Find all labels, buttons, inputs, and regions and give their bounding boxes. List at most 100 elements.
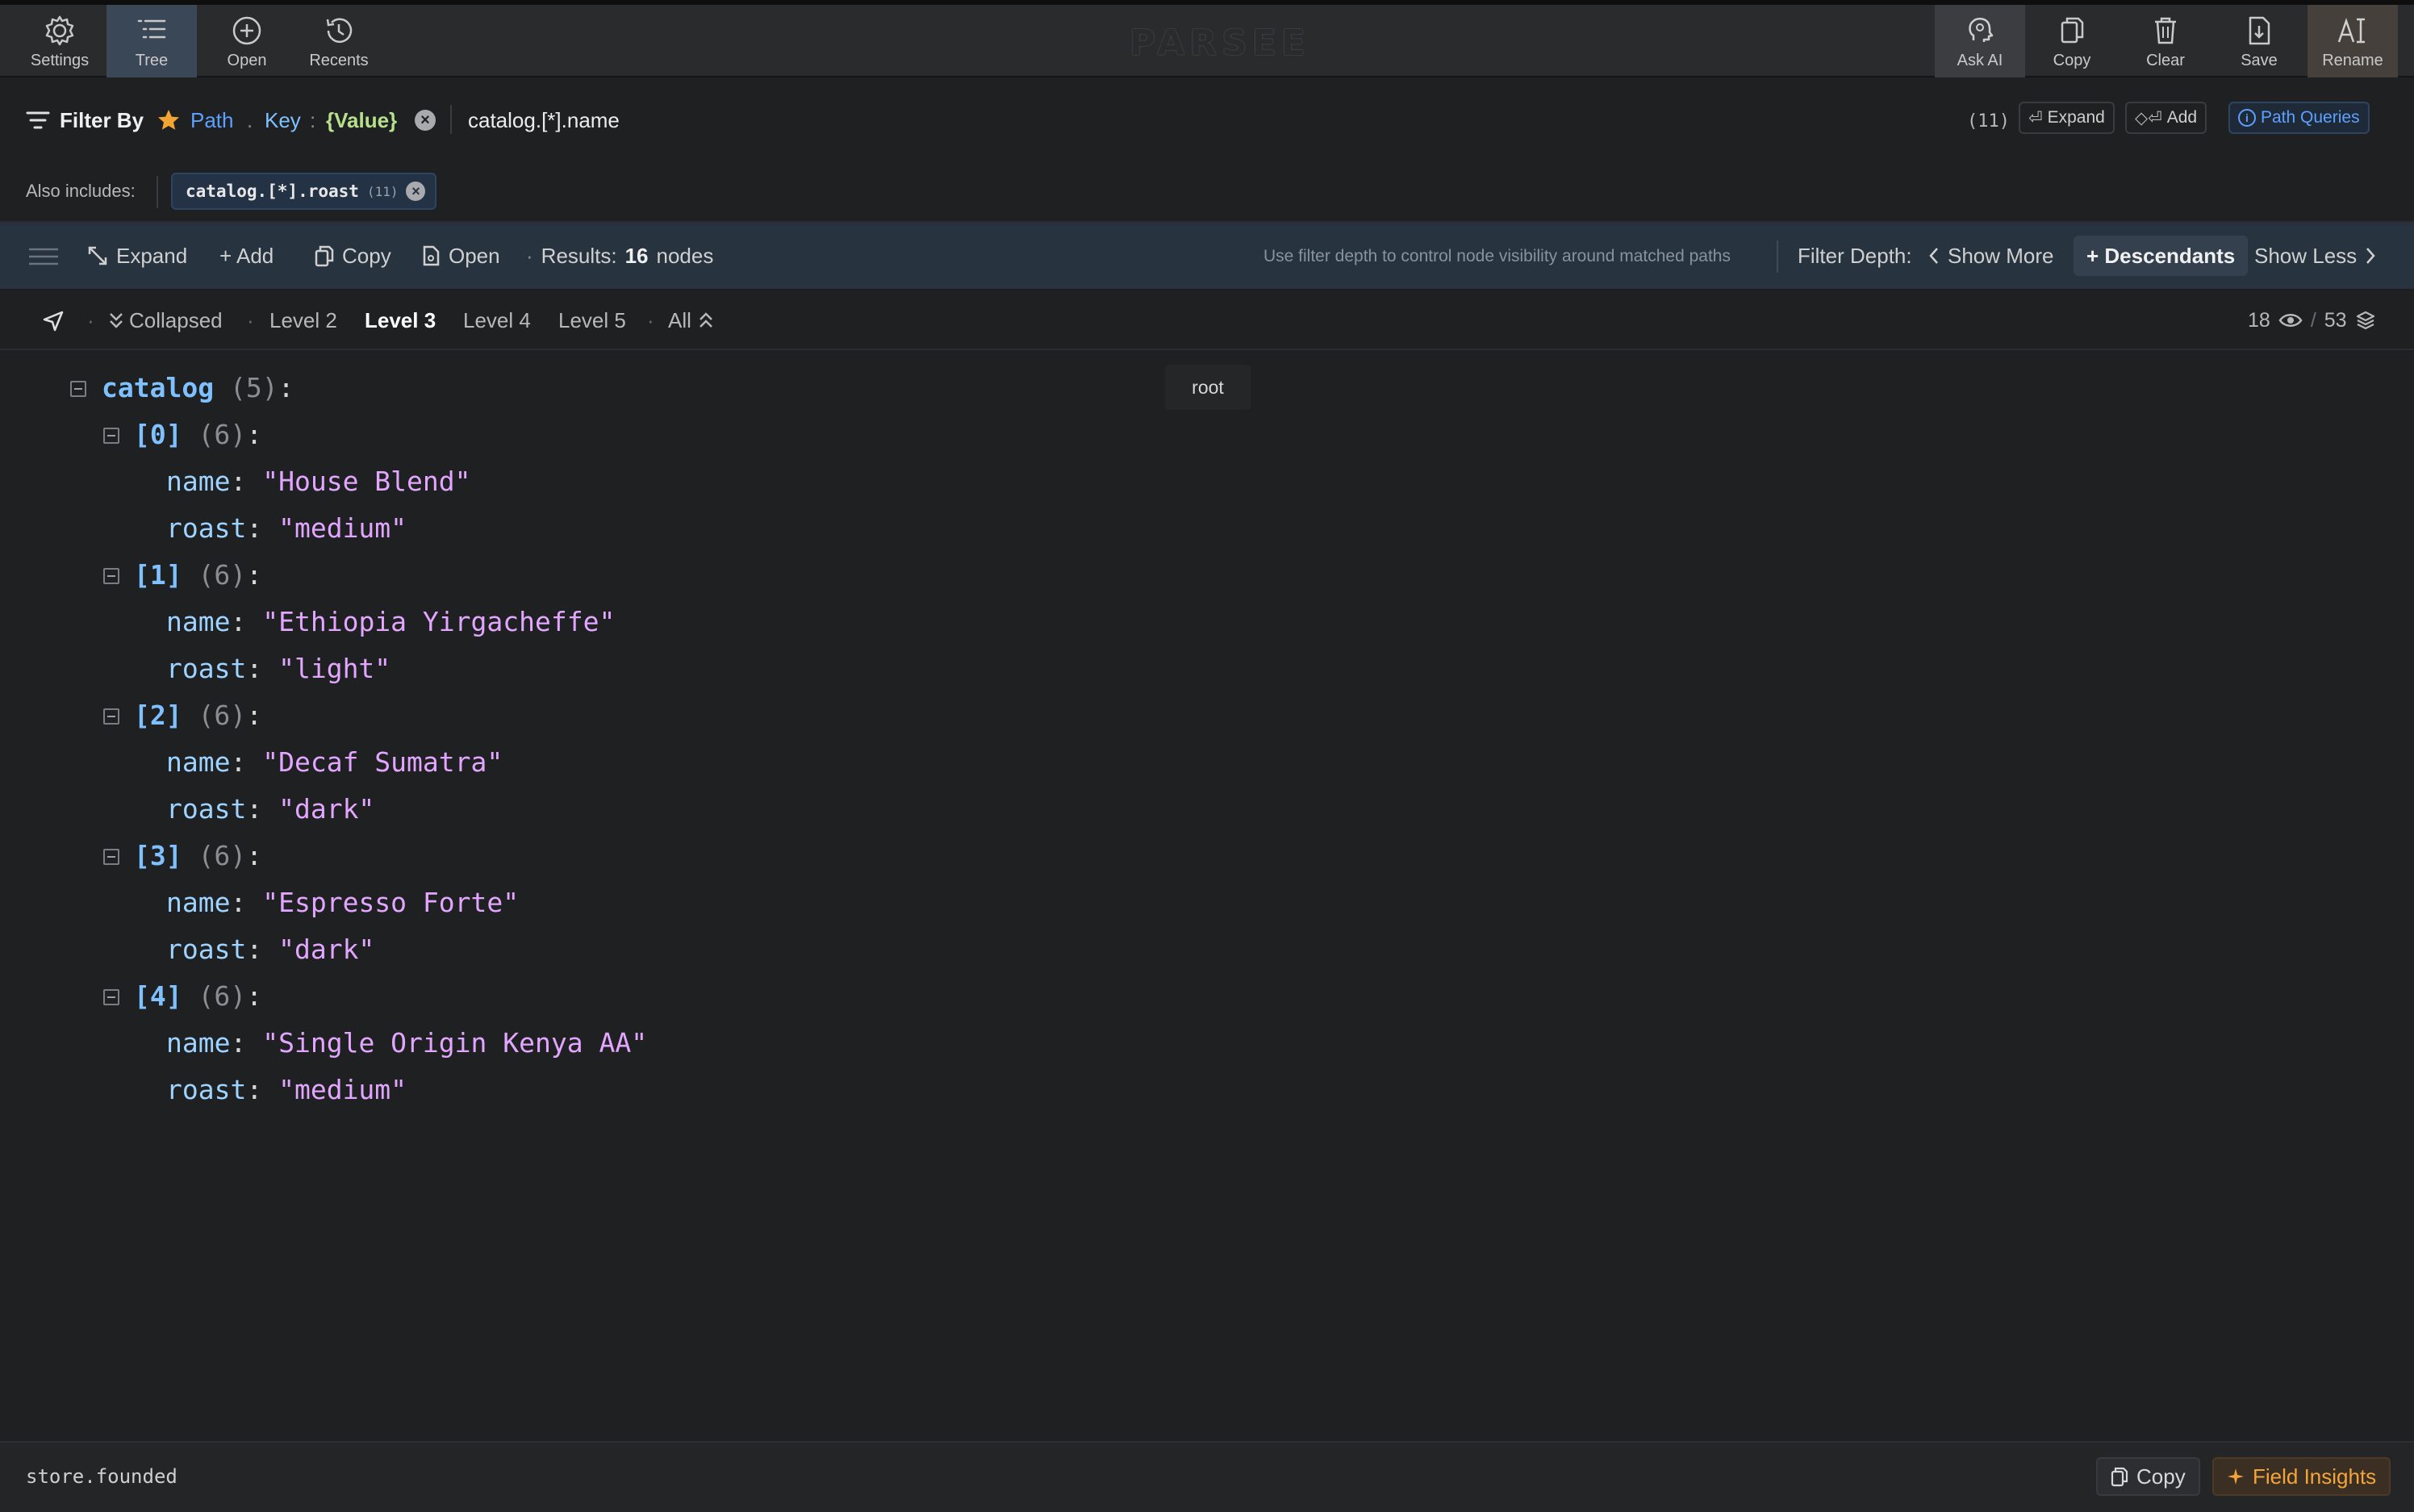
collapsed-button[interactable]: Collapsed (108, 307, 223, 334)
json-tree: catalog (5): [0] (6): name: "House Blend… (0, 352, 2414, 1441)
expand-results-button[interactable]: Expand (87, 242, 187, 269)
filter-depth-hint: Use filter depth to control node visibil… (1263, 247, 1731, 265)
tree-node-array-item[interactable]: [0] (6): (134, 415, 262, 455)
level-3-button[interactable]: Level 3 (365, 307, 436, 334)
app-logo: PARSEE (1130, 23, 1310, 64)
filter-divider (450, 105, 452, 134)
add-results-button[interactable]: + Add (219, 242, 274, 269)
clear-label: Clear (2146, 52, 2185, 69)
copy-results-label: Copy (342, 244, 391, 268)
tree-leaf-name[interactable]: name: "Single Origin Kenya AA" (166, 1023, 647, 1063)
remove-chip-icon[interactable]: × (406, 182, 426, 201)
leaf-key: roast (166, 512, 247, 544)
results-bullet: · (526, 244, 533, 268)
tree-leaf-roast[interactable]: roast: "medium" (166, 1070, 407, 1110)
collapse-toggle-icon[interactable] (103, 708, 119, 725)
collapse-toggle-icon[interactable] (103, 849, 119, 865)
collapse-toggle-icon[interactable] (103, 428, 119, 444)
chip-path: catalog.[*].roast (186, 182, 359, 201)
tree-button[interactable]: Tree (106, 5, 197, 77)
path-queries-button[interactable]: i Path Queries (2228, 102, 2370, 134)
descendants-button[interactable]: + Descendants (2074, 236, 2249, 276)
tree-leaf-name[interactable]: name: "House Blend" (166, 462, 471, 502)
show-more-button[interactable]: Show More (1928, 242, 2054, 269)
recents-button[interactable]: Recents (294, 5, 384, 77)
all-label: All (668, 308, 691, 332)
layers-icon (2356, 311, 2374, 330)
collapse-toggle-icon[interactable] (103, 568, 119, 584)
filter-depth: Filter Depth: (1798, 242, 1912, 269)
menu-lines-icon[interactable] (27, 247, 60, 266)
recents-label: Recents (309, 52, 369, 69)
open-results-button[interactable]: Open (421, 242, 500, 269)
tree-leaf-roast[interactable]: roast: "light" (166, 649, 390, 689)
add-filter-button[interactable]: ◇⏎ Add (2125, 102, 2207, 134)
tree-node-array-item[interactable]: [2] (6): (134, 695, 262, 736)
save-button[interactable]: Save (2214, 5, 2304, 77)
results-summary: · Results: 16 nodes (526, 242, 713, 269)
key-mode-label[interactable]: Key (265, 107, 301, 134)
value-mode-label[interactable]: {Value} (326, 107, 397, 134)
copy-button[interactable]: Copy (2027, 5, 2117, 77)
settings-button[interactable]: Settings (15, 5, 105, 77)
copy-icon (2061, 17, 2084, 44)
save-label: Save (2241, 52, 2278, 69)
node-key: catalog (102, 372, 215, 403)
status-footer: store.founded Copy Field Insights (0, 1441, 2414, 1512)
also-includes-label: Also includes: (26, 181, 136, 201)
tree-leaf-roast[interactable]: roast: "dark" (166, 929, 374, 970)
trash-icon (2155, 17, 2176, 44)
level-5-button[interactable]: Level 5 (558, 307, 626, 334)
tree-node-array-item[interactable]: [3] (6): (134, 836, 262, 876)
included-path-chip[interactable]: catalog.[*].roast (11) × (171, 173, 437, 210)
collapse-toggle-icon[interactable] (70, 381, 86, 397)
add-label: Add (2166, 108, 2198, 127)
results-label: Results: (541, 244, 617, 268)
show-less-button[interactable]: Show Less (2254, 242, 2376, 269)
tree-node-array-item[interactable]: [4] (6): (134, 976, 262, 1017)
path-mode-label[interactable]: Path (190, 107, 234, 134)
tree-leaf-roast[interactable]: roast: "medium" (166, 508, 407, 549)
tree-leaf-roast[interactable]: roast: "dark" (166, 789, 374, 829)
node-count: (6) (198, 700, 247, 731)
tree-node-root[interactable]: catalog (5): (102, 368, 294, 408)
filter-query-input[interactable]: catalog.[*].name (468, 107, 620, 134)
star-icon[interactable] (157, 108, 181, 132)
leaf-key: name (166, 466, 231, 497)
copy-results-button[interactable]: Copy (315, 242, 391, 269)
level-2-button[interactable]: Level 2 (269, 307, 337, 334)
copy-icon (2111, 1467, 2128, 1487)
ask-ai-button[interactable]: Ask AI (1935, 5, 2025, 77)
copy-path-button[interactable]: Copy (2096, 1457, 2200, 1496)
show-less-label: Show Less (2254, 244, 2358, 268)
collapse-toggle-icon[interactable] (103, 989, 119, 1005)
locate-arrow-icon[interactable] (42, 310, 65, 332)
level-4-button[interactable]: Level 4 (463, 307, 531, 334)
rename-button[interactable]: Rename (2308, 5, 2398, 77)
field-insights-button[interactable]: Field Insights (2212, 1457, 2391, 1496)
node-index: [0] (134, 419, 182, 450)
leaf-colon: : (246, 934, 263, 965)
tree-leaf-name[interactable]: name: "Ethiopia Yirgacheffe" (166, 602, 615, 642)
node-colon: : (246, 700, 262, 731)
node-colon: : (246, 559, 262, 591)
open-button[interactable]: Open (202, 5, 292, 77)
tree-leaf-name[interactable]: name: "Espresso Forte" (166, 883, 519, 923)
clear-filter-icon[interactable]: × (415, 110, 436, 131)
copy-label: Copy (2053, 52, 2091, 69)
expand-matches-button[interactable]: ⏎ Expand (2019, 102, 2115, 134)
expand-label: Expand (2047, 108, 2105, 127)
field-insights-label: Field Insights (2253, 1464, 2377, 1489)
clear-button[interactable]: Clear (2120, 5, 2211, 77)
chevron-left-icon (1929, 248, 1938, 264)
results-unit: nodes (656, 244, 714, 268)
node-count: (6) (198, 559, 247, 591)
tree-node-array-item[interactable]: [1] (6): (134, 555, 262, 595)
all-levels-button[interactable]: All (668, 307, 714, 334)
filter-bar: Filter By Path . Key : {Value} × catalog… (0, 77, 2414, 161)
key-colon: : (310, 108, 316, 132)
node-visibility-stats: 18 / 53 (2248, 307, 2376, 334)
tree-leaf-name[interactable]: name: "Decaf Sumatra" (166, 742, 503, 783)
level-bar: · Collapsed · Level 2 Level 3 Level 4 Le… (0, 290, 2414, 350)
leaf-colon: : (230, 466, 247, 497)
